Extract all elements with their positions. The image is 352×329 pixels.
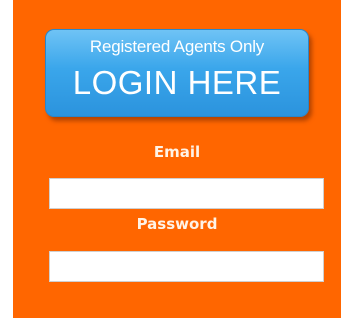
email-field[interactable] — [49, 178, 324, 209]
password-field[interactable] — [49, 251, 324, 282]
registered-agents-only-text: Registered Agents Only — [89, 37, 265, 56]
login-here-button[interactable]: Registered Agents Only LOGIN HERE — [45, 29, 309, 117]
login-panel: Registered Agents Only LOGIN HERE Email … — [13, 0, 341, 318]
login-here-text: LOGIN HERE — [72, 64, 282, 101]
password-label: Password — [136, 215, 218, 233]
email-label: Email — [153, 143, 201, 161]
